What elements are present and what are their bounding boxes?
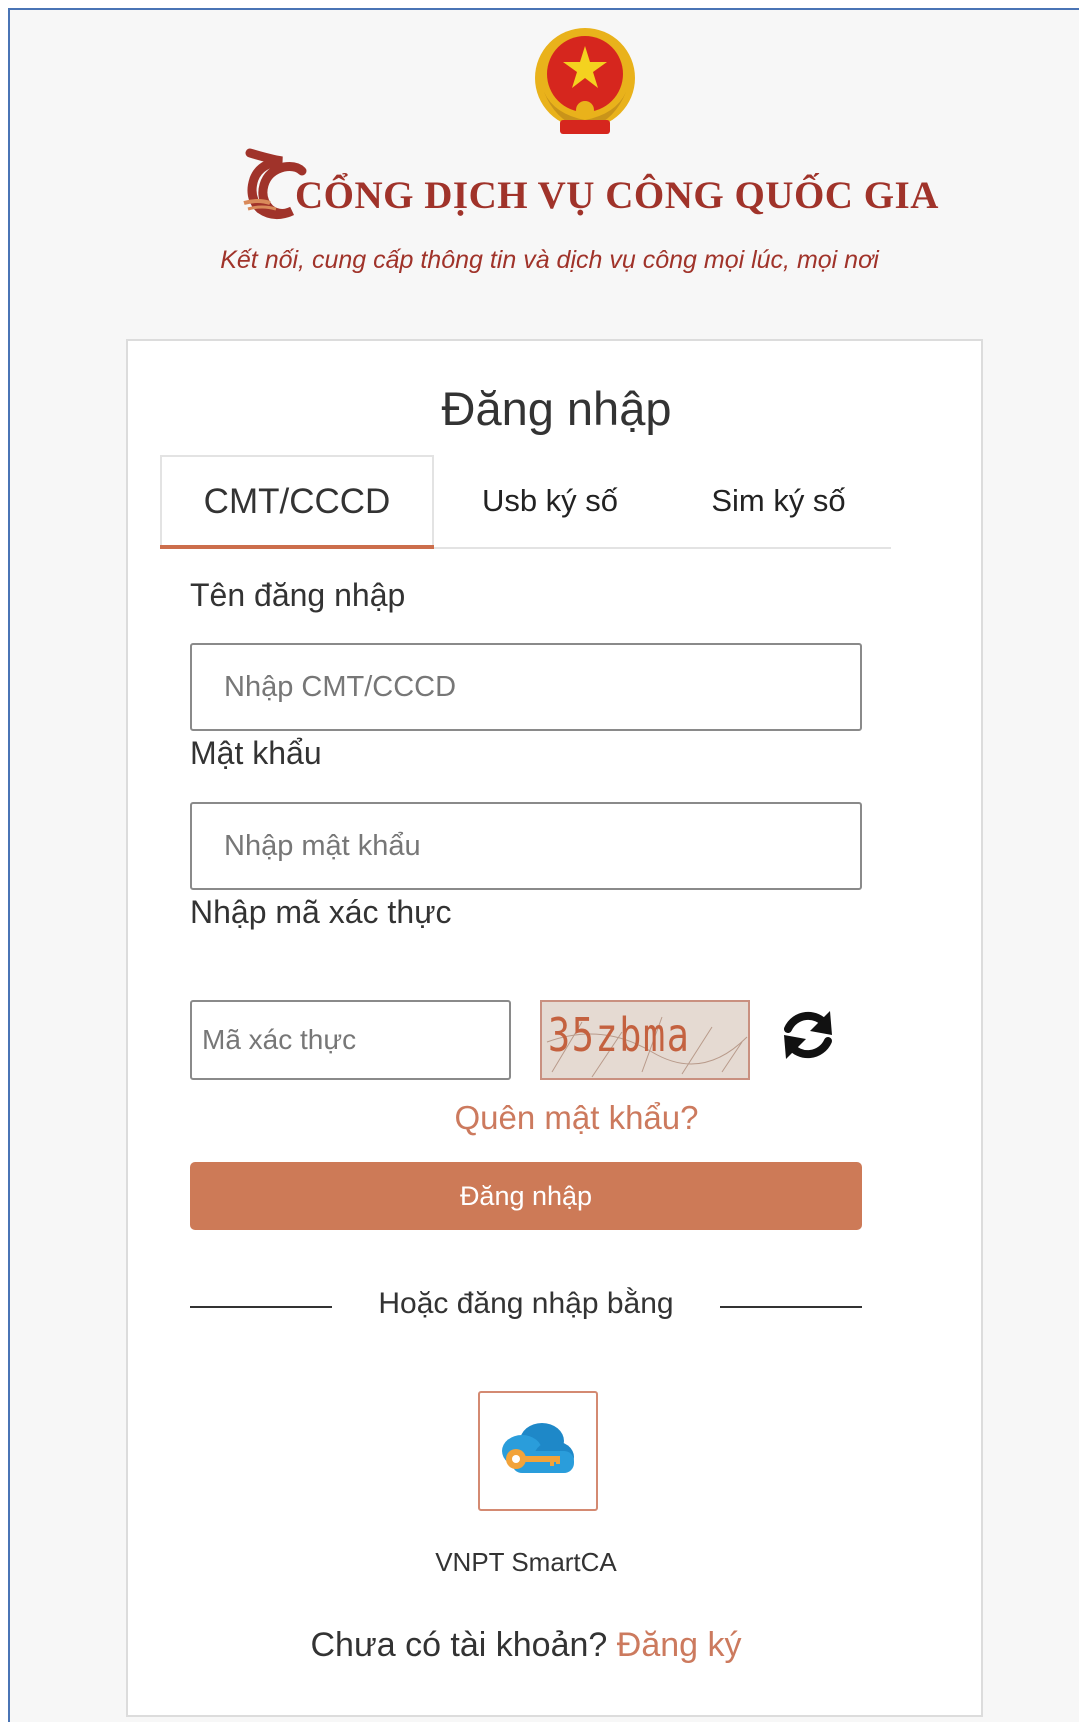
no-account-text: Chưa có tài khoản?: [310, 1626, 608, 1664]
forgot-password-link[interactable]: Quên mật khẩu?: [128, 1099, 985, 1137]
site-slogan: Kết nối, cung cấp thông tin và dịch vụ c…: [220, 246, 879, 274]
password-input[interactable]: [190, 802, 862, 890]
alt-login-text: Hoặc đăng nhập bằng: [378, 1287, 674, 1320]
refresh-icon[interactable]: [778, 1005, 838, 1065]
tab-cmt-cccd[interactable]: CMT/CCCD: [160, 455, 434, 549]
username-input[interactable]: [190, 643, 862, 731]
captcha-image: 35zbma: [540, 1000, 750, 1080]
login-tabs: CMT/CCCD Usb ký số Sim ký số: [160, 455, 891, 549]
divider-right: [720, 1306, 862, 1308]
username-label: Tên đăng nhập: [190, 577, 406, 613]
login-card: Đăng nhập CMT/CCCD Usb ký số Sim ký số T…: [126, 339, 983, 1717]
smartca-label: VNPT SmartCA: [435, 1547, 617, 1577]
tab-usb-ky-so[interactable]: Usb ký số: [434, 455, 666, 547]
register-link[interactable]: Đăng ký: [617, 1626, 742, 1664]
brand-logo: CỔNG DỊCH VỤ CÔNG QUỐC GIA: [240, 145, 940, 225]
national-emblem-icon: [535, 28, 635, 134]
captcha-input[interactable]: [190, 1000, 511, 1080]
site-title: CỔNG DỊCH VỤ CÔNG QUỐC GIA: [295, 174, 939, 217]
login-title: Đăng nhập: [441, 382, 672, 435]
captcha-label: Nhập mã xác thực: [190, 894, 452, 930]
login-button[interactable]: Đăng nhập: [190, 1162, 862, 1230]
register-prompt: Chưa có tài khoản? Đăng ký: [190, 1626, 862, 1665]
tab-sim-ky-so[interactable]: Sim ký số: [666, 455, 891, 547]
captcha-text: 35zbma: [548, 1008, 691, 1062]
smartca-button[interactable]: [478, 1391, 598, 1511]
password-label: Mật khẩu: [190, 735, 322, 771]
page-frame: CỔNG DỊCH VỤ CÔNG QUỐC GIA Kết nối, cung…: [8, 8, 1079, 1722]
cloud-key-icon: [502, 1423, 574, 1473]
